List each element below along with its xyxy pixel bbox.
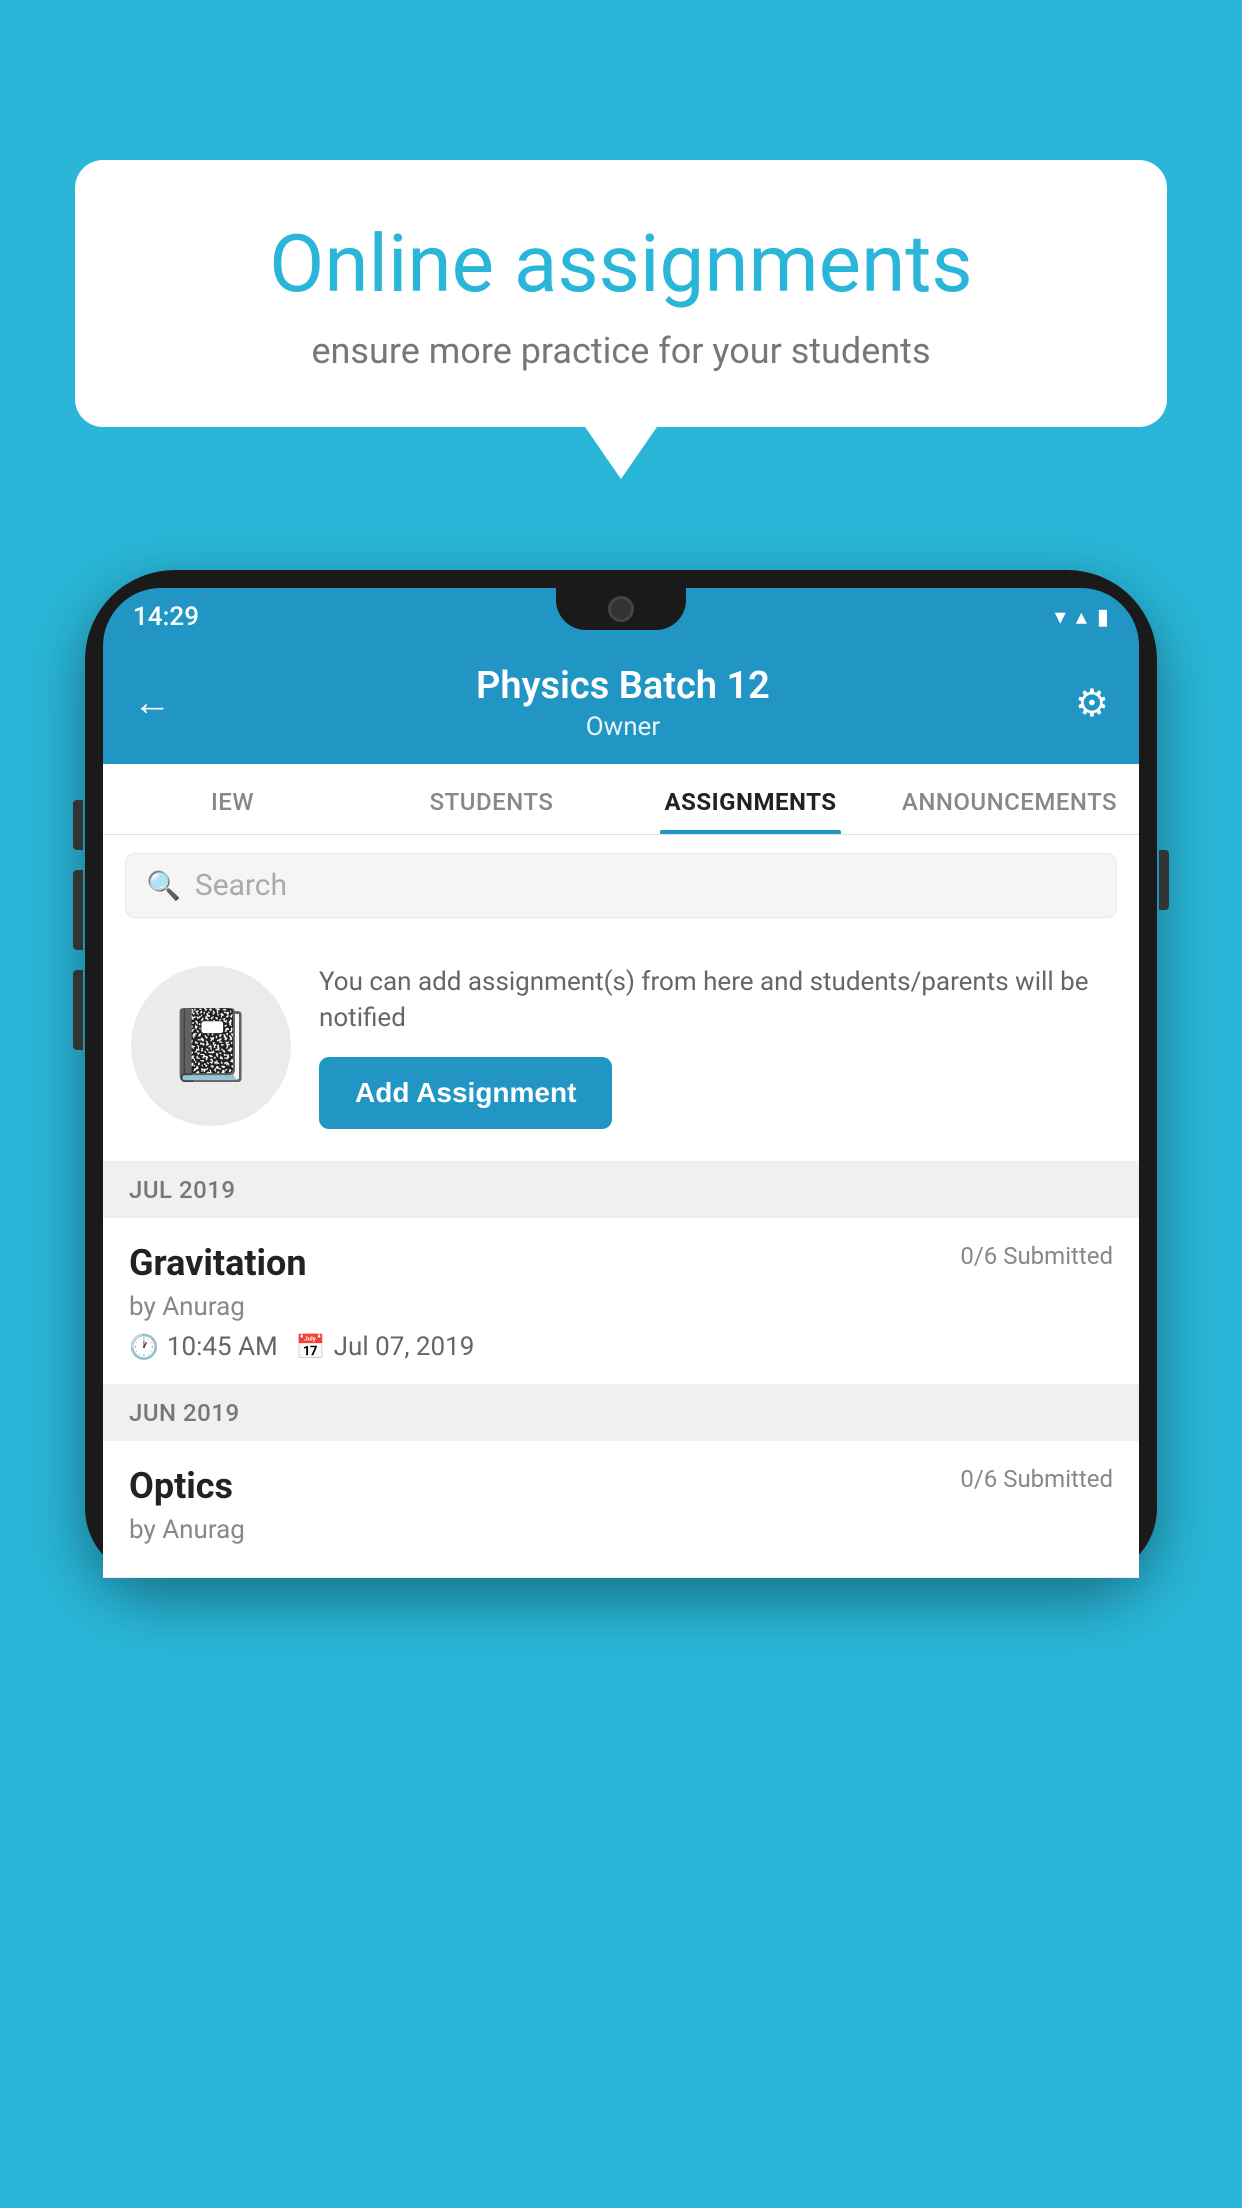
phone-wrapper: 14:29 ▾ ▴ ▮ ← Physics Batch 12 Owner ⚙ I… bbox=[85, 570, 1157, 2208]
assignment-item-header: Gravitation 0/6 Submitted bbox=[129, 1242, 1113, 1284]
assignment-name: Gravitation bbox=[129, 1242, 307, 1284]
promo-icon-circle: 📓 bbox=[131, 966, 291, 1126]
tab-assignments[interactable]: ASSIGNMENTS bbox=[621, 764, 880, 834]
batch-title: Physics Batch 12 bbox=[171, 664, 1075, 708]
calendar-icon: 📅 bbox=[296, 1333, 326, 1361]
assignment-item-header-optics: Optics 0/6 Submitted bbox=[129, 1465, 1113, 1507]
search-input-wrapper[interactable]: 🔍 Search bbox=[125, 853, 1117, 918]
notebook-icon: 📓 bbox=[167, 1005, 254, 1087]
speech-bubble: Online assignments ensure more practice … bbox=[75, 160, 1167, 427]
assignment-item-gravitation[interactable]: Gravitation 0/6 Submitted by Anurag 🕐 10… bbox=[103, 1218, 1139, 1385]
add-assignment-button[interactable]: Add Assignment bbox=[319, 1057, 612, 1129]
app-header: ← Physics Batch 12 Owner ⚙ bbox=[103, 646, 1139, 764]
search-bar: 🔍 Search bbox=[103, 835, 1139, 936]
time-item: 🕐 10:45 AM bbox=[129, 1332, 278, 1362]
silent-button bbox=[73, 800, 83, 850]
tab-iew[interactable]: IEW bbox=[103, 764, 362, 834]
tab-students[interactable]: STUDENTS bbox=[362, 764, 621, 834]
tab-bar: IEW STUDENTS ASSIGNMENTS ANNOUNCEMENTS bbox=[103, 764, 1139, 835]
header-title-block: Physics Batch 12 Owner bbox=[171, 664, 1075, 742]
phone-screen: 🔍 Search 📓 You can add assignment(s) fro… bbox=[103, 835, 1139, 1578]
tab-announcements[interactable]: ANNOUNCEMENTS bbox=[880, 764, 1139, 834]
speech-bubble-subtitle: ensure more practice for your students bbox=[145, 330, 1097, 372]
month-separator-jun: JUN 2019 bbox=[103, 1385, 1139, 1441]
assignment-submitted-optics: 0/6 Submitted bbox=[960, 1465, 1113, 1493]
battery-icon: ▮ bbox=[1097, 605, 1109, 630]
phone-notch bbox=[556, 588, 686, 630]
assignment-author: by Anurag bbox=[129, 1292, 1113, 1322]
assignment-time: 10:45 AM bbox=[167, 1332, 278, 1362]
status-time: 14:29 bbox=[133, 602, 199, 632]
assignment-time-date: 🕐 10:45 AM 📅 Jul 07, 2019 bbox=[129, 1332, 1113, 1362]
camera bbox=[608, 596, 634, 622]
signal-icon: ▴ bbox=[1076, 605, 1087, 630]
search-icon: 🔍 bbox=[146, 869, 181, 902]
status-icons: ▾ ▴ ▮ bbox=[1055, 605, 1109, 630]
assignment-name-optics: Optics bbox=[129, 1465, 233, 1507]
assignment-date: Jul 07, 2019 bbox=[334, 1332, 475, 1362]
phone-outer: 14:29 ▾ ▴ ▮ ← Physics Batch 12 Owner ⚙ I… bbox=[85, 570, 1157, 1578]
clock-icon: 🕐 bbox=[129, 1333, 159, 1361]
promo-text-block: You can add assignment(s) from here and … bbox=[319, 964, 1111, 1129]
settings-icon[interactable]: ⚙ bbox=[1075, 681, 1109, 726]
speech-bubble-title: Online assignments bbox=[145, 220, 1097, 308]
assignment-author-optics: by Anurag bbox=[129, 1515, 1113, 1545]
promo-description: You can add assignment(s) from here and … bbox=[319, 964, 1111, 1037]
month-separator-jul: JUL 2019 bbox=[103, 1162, 1139, 1218]
batch-role: Owner bbox=[171, 712, 1075, 742]
volume-down-button bbox=[73, 970, 83, 1050]
assignment-submitted: 0/6 Submitted bbox=[960, 1242, 1113, 1270]
assignment-item-optics[interactable]: Optics 0/6 Submitted by Anurag bbox=[103, 1441, 1139, 1578]
date-item: 📅 Jul 07, 2019 bbox=[296, 1332, 475, 1362]
volume-up-button bbox=[73, 870, 83, 950]
search-placeholder: Search bbox=[195, 868, 287, 903]
wifi-icon: ▾ bbox=[1055, 605, 1066, 630]
power-button bbox=[1159, 850, 1169, 910]
back-button[interactable]: ← bbox=[133, 681, 171, 725]
assignment-promo: 📓 You can add assignment(s) from here an… bbox=[103, 936, 1139, 1162]
